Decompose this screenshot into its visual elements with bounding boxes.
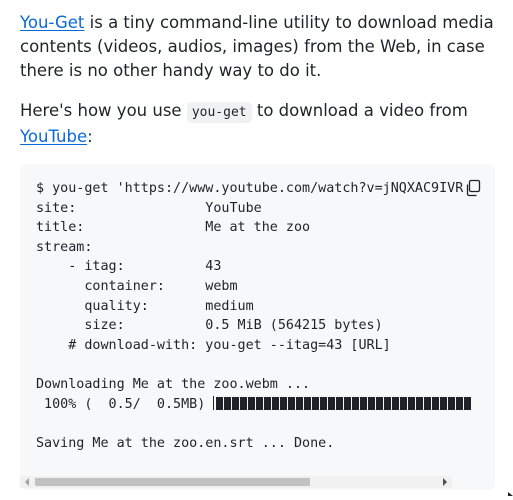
usage-text-before: Here's how you use [20, 101, 187, 120]
code-line-saving: Saving Me at the zoo.en.srt ... Done. [36, 435, 335, 451]
copy-button[interactable] [463, 178, 483, 198]
progress-bar [216, 396, 472, 410]
youtube-link[interactable]: YouTube [20, 127, 87, 146]
intro-paragraph: You-Get is a tiny command-line utility t… [20, 11, 500, 83]
code-line-download-with: # download-with: you-get --itag=43 [URL] [36, 337, 391, 353]
code-line-command: $ you-get 'https://www.youtube.com/watch… [36, 181, 472, 196]
horizontal-scrollbar[interactable] [20, 470, 472, 490]
code-line-quality: quality: medium [36, 298, 254, 314]
intro-text: is a tiny command-line utility to downlo… [20, 13, 494, 80]
code-line-downloading: Downloading Me at the zoo.webm ... [36, 376, 311, 392]
code-line-stream: stream: [36, 239, 93, 255]
progress-start-mark [213, 395, 215, 410]
code-block: $ you-get 'https://www.youtube.com/watch… [20, 164, 495, 490]
usage-paragraph: Here's how you use you-get to download a… [20, 99, 500, 149]
code-line-blank-1 [36, 355, 472, 375]
code-line-itag: - itag: 43 [36, 259, 222, 275]
chevron-right-icon[interactable] [443, 478, 447, 486]
code-line-progress: 100% ( 0.5/ 0.5MB) [36, 395, 472, 415]
code-line-title: title: Me at the zoo [36, 220, 311, 236]
you-get-link[interactable]: You-Get [20, 13, 84, 32]
code-viewport[interactable]: $ you-get 'https://www.youtube.com/watch… [20, 164, 472, 470]
chevron-left-icon[interactable] [25, 478, 29, 486]
usage-trailing-colon: : [87, 127, 93, 146]
scrollbar-thumb[interactable] [35, 478, 310, 486]
usage-text-after: to download a video from [251, 101, 468, 120]
copy-icon [466, 179, 481, 197]
mouse-cursor-icon [508, 492, 513, 496]
code-line-size: size: 0.5 MiB (564215 bytes) [36, 318, 383, 334]
progress-text: 100% ( 0.5/ 0.5MB) [36, 396, 214, 412]
code-line-blank-2 [36, 414, 472, 434]
inline-code-you-get: you-get [186, 102, 252, 123]
code-line-site: site: YouTube [36, 200, 262, 216]
code-line-container: container: webm [36, 278, 238, 294]
progress-bar-fill [216, 396, 472, 410]
code-content: $ you-get 'https://www.youtube.com/watch… [36, 179, 472, 453]
